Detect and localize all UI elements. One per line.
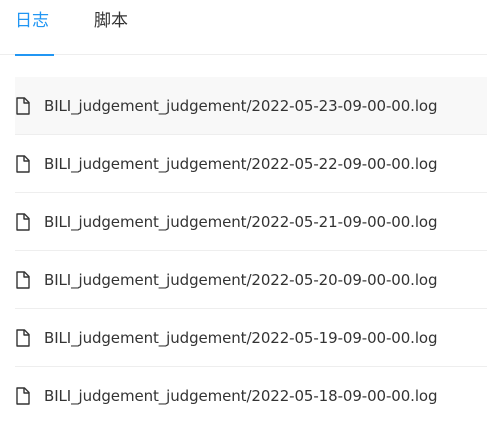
file-name: BILI_judgement_judgement/2022-05-21-09-0… (44, 213, 438, 231)
list-item[interactable]: BILI_judgement_judgement/2022-05-20-09-0… (15, 251, 487, 309)
list-item[interactable]: BILI_judgement_judgement/2022-05-18-09-0… (15, 367, 487, 425)
file-icon (15, 387, 31, 405)
active-tab-indicator (15, 54, 54, 56)
file-icon (15, 155, 31, 173)
file-icon (15, 97, 31, 115)
tab-logs[interactable]: 日志 (15, 0, 54, 56)
file-icon (15, 271, 31, 289)
tab-logs-label: 日志 (15, 11, 49, 31)
tab-scripts-label: 脚本 (94, 11, 128, 31)
log-file-list: BILI_judgement_judgement/2022-05-23-09-0… (15, 77, 487, 425)
file-name: BILI_judgement_judgement/2022-05-23-09-0… (44, 97, 438, 115)
file-name: BILI_judgement_judgement/2022-05-19-09-0… (44, 329, 438, 347)
tab-bar: 日志 脚本 (0, 0, 487, 56)
file-name: BILI_judgement_judgement/2022-05-22-09-0… (44, 155, 438, 173)
list-item[interactable]: BILI_judgement_judgement/2022-05-23-09-0… (15, 77, 487, 135)
tab-scripts[interactable]: 脚本 (94, 0, 134, 55)
file-name: BILI_judgement_judgement/2022-05-18-09-0… (44, 387, 438, 405)
file-icon (15, 329, 31, 347)
list-item[interactable]: BILI_judgement_judgement/2022-05-21-09-0… (15, 193, 487, 251)
file-icon (15, 213, 31, 231)
file-name: BILI_judgement_judgement/2022-05-20-09-0… (44, 271, 438, 289)
list-item[interactable]: BILI_judgement_judgement/2022-05-22-09-0… (15, 135, 487, 193)
list-item[interactable]: BILI_judgement_judgement/2022-05-19-09-0… (15, 309, 487, 367)
